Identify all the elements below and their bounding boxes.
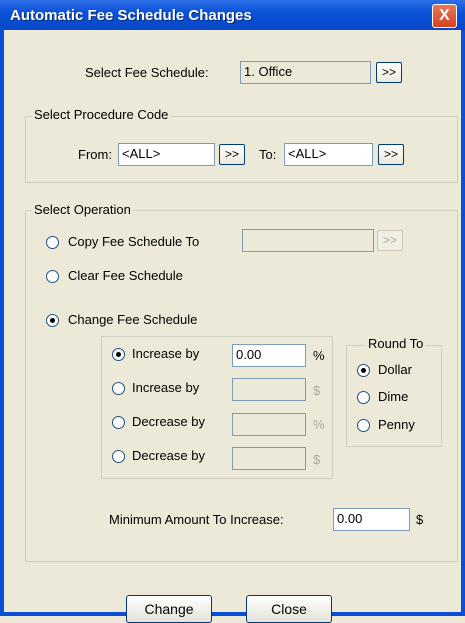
copy-target-browse-button[interactable]: >> xyxy=(377,230,403,251)
round-penny-radio[interactable] xyxy=(357,419,370,432)
dialog-body: Select Fee Schedule: 1. Office >> Select… xyxy=(4,30,461,623)
increase-percent-unit: % xyxy=(313,348,325,363)
close-icon: X xyxy=(439,7,450,24)
round-dime-label: Dime xyxy=(378,389,409,404)
to-code-input[interactable]: <ALL> xyxy=(284,143,373,166)
decrease-dollar-unit: $ xyxy=(313,452,321,467)
change-fee-schedule-radio[interactable] xyxy=(46,314,59,327)
clear-fee-schedule-label: Clear Fee Schedule xyxy=(68,268,183,283)
copy-target-input[interactable] xyxy=(242,229,374,252)
fee-schedule-value: 1. Office xyxy=(240,61,371,84)
increase-dollar-input[interactable] xyxy=(232,378,306,401)
clear-fee-schedule-radio[interactable] xyxy=(46,270,59,283)
decrease-dollar-input[interactable] xyxy=(232,447,306,470)
change-fee-schedule-label: Change Fee Schedule xyxy=(68,312,198,327)
to-code-browse-button[interactable]: >> xyxy=(378,144,404,165)
decrease-percent-unit: % xyxy=(313,417,325,432)
fee-schedule-browse-button[interactable]: >> xyxy=(376,62,402,83)
round-dime-radio[interactable] xyxy=(357,391,370,404)
increase-dollar-unit: $ xyxy=(313,383,321,398)
minimum-amount-label: Minimum Amount To Increase: xyxy=(109,512,284,527)
increase-dollar-label: Increase by xyxy=(132,380,200,395)
round-dollar-label: Dollar xyxy=(378,362,412,377)
from-code-browse-button[interactable]: >> xyxy=(219,144,245,165)
decrease-dollar-label: Decrease by xyxy=(132,448,205,463)
dialog-window: Automatic Fee Schedule Changes X Select … xyxy=(0,0,465,623)
from-label: From: xyxy=(78,147,112,162)
increase-percent-label: Increase by xyxy=(132,346,200,361)
decrease-percent-input[interactable] xyxy=(232,413,306,436)
to-label: To: xyxy=(259,147,277,162)
from-code-input[interactable]: <ALL> xyxy=(118,143,215,166)
increase-percent-radio[interactable] xyxy=(112,348,125,361)
window-title: Automatic Fee Schedule Changes xyxy=(10,7,252,24)
increase-percent-input[interactable]: 0.00 xyxy=(232,344,306,367)
round-dollar-radio[interactable] xyxy=(357,364,370,377)
title-bar[interactable]: Automatic Fee Schedule Changes X xyxy=(0,0,465,30)
fee-schedule-label: Select Fee Schedule: xyxy=(85,65,209,80)
decrease-percent-radio[interactable] xyxy=(112,416,125,429)
increase-dollar-radio[interactable] xyxy=(112,382,125,395)
round-to-group-label: Round To xyxy=(366,336,426,351)
copy-fee-schedule-radio[interactable] xyxy=(46,236,59,249)
change-button[interactable]: Change xyxy=(126,595,212,623)
close-window-button[interactable]: X xyxy=(432,4,457,28)
decrease-percent-label: Decrease by xyxy=(132,414,205,429)
round-penny-label: Penny xyxy=(378,417,415,432)
minimum-amount-input[interactable]: 0.00 xyxy=(333,508,410,531)
procedure-code-group-label: Select Procedure Code xyxy=(32,107,171,122)
operation-group-label: Select Operation xyxy=(32,202,133,217)
close-button[interactable]: Close xyxy=(246,595,332,623)
decrease-dollar-radio[interactable] xyxy=(112,450,125,463)
copy-fee-schedule-label: Copy Fee Schedule To xyxy=(68,234,200,249)
minimum-amount-unit: $ xyxy=(416,512,424,527)
